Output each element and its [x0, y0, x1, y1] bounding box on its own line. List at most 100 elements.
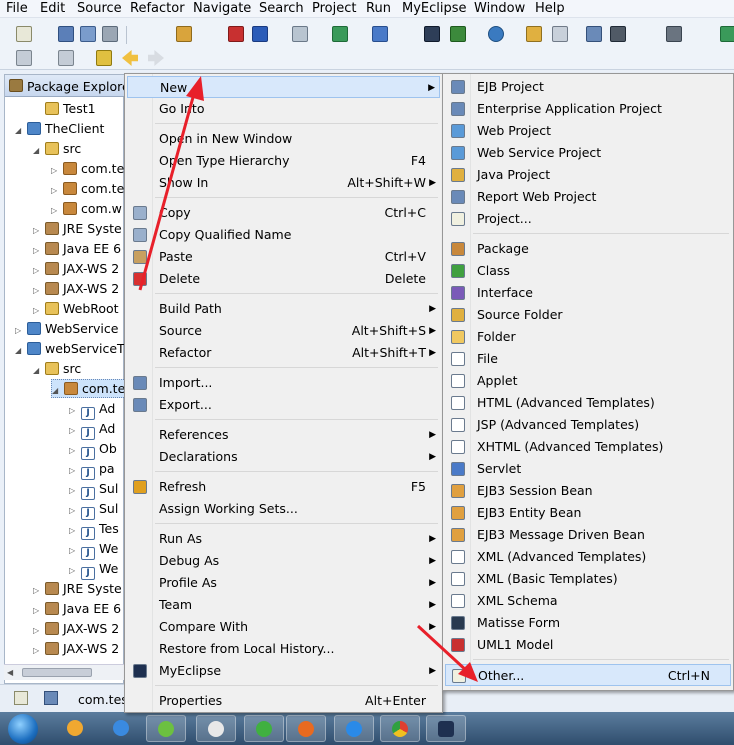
menu-navigate[interactable]: Navigate — [193, 1, 251, 16]
tree-item[interactable]: ▷ J Ad — [69, 399, 115, 420]
new-web-service-project[interactable]: Web Service Project — [445, 142, 731, 164]
menu-project[interactable]: Project — [312, 1, 356, 16]
expanded-icon[interactable]: ◢ — [33, 367, 45, 375]
taskbar-ie[interactable] — [102, 715, 142, 742]
menu-source[interactable]: Source — [77, 1, 122, 16]
tree-item[interactable]: ◢ src — [33, 139, 81, 159]
tree-item[interactable]: ▷ J We — [69, 559, 118, 580]
new-xml-advanced-templates[interactable]: XML (Advanced Templates) — [445, 546, 731, 568]
ctx-declarations[interactable]: Declarations ▶ — [127, 446, 440, 468]
taskbar-explorer[interactable] — [56, 715, 96, 742]
collapsed-icon[interactable]: ▷ — [69, 527, 81, 535]
tree-item[interactable]: ▷ com.te — [51, 179, 124, 199]
tree-item[interactable]: ▷ JRE Syste — [33, 579, 122, 599]
ctx-source[interactable]: Source Alt+Shift+S ▶ — [127, 320, 440, 342]
fast-view-icon[interactable] — [14, 691, 28, 705]
ctx-references[interactable]: References ▶ — [127, 424, 440, 446]
ctx-go-into[interactable]: Go Into — [127, 98, 440, 120]
tree-item[interactable]: ▷ JAX-WS 2 — [33, 279, 119, 299]
ctx-show-in[interactable]: Show In Alt+Shift+W ▶ — [127, 172, 440, 194]
new-other[interactable]: Other... Ctrl+N — [445, 664, 731, 686]
tree-item[interactable]: ▷ J Ad — [69, 419, 115, 440]
save-icon[interactable] — [58, 26, 74, 42]
collapsed-icon[interactable]: ▷ — [33, 607, 45, 615]
open-folder-icon[interactable] — [526, 26, 542, 42]
scroll-left-icon[interactable]: ◀ — [7, 668, 13, 677]
ctx-team[interactable]: Team ▶ — [127, 594, 440, 616]
taskbar-myeclipse[interactable] — [426, 715, 466, 742]
ctx-copy[interactable]: Copy Ctrl+C — [127, 202, 440, 224]
collapsed-icon[interactable]: ▷ — [33, 587, 45, 595]
tree-item[interactable]: ▷ J Ob — [69, 439, 117, 460]
last-edit-icon[interactable] — [96, 50, 112, 66]
open-type-icon[interactable] — [552, 26, 568, 42]
camera-icon[interactable] — [666, 26, 682, 42]
tree-item[interactable]: ▷ Jpa — [69, 459, 115, 480]
ctx-import[interactable]: Import... — [127, 372, 440, 394]
new-file[interactable]: File — [445, 348, 731, 370]
ctx-export[interactable]: Export... — [127, 394, 440, 416]
horizontal-scrollbar[interactable]: ◀ — [4, 664, 124, 680]
new-enterprise-application-project[interactable]: Enterprise Application Project — [445, 98, 731, 120]
new-jsp-advanced-templates[interactable]: JSP (Advanced Templates) — [445, 414, 731, 436]
tree-item[interactable]: ▷ WebService — [15, 319, 118, 339]
tree-item[interactable]: ▷ J Tes — [69, 519, 119, 540]
ctx-assign-working-sets[interactable]: Assign Working Sets... — [127, 498, 440, 520]
menu-window[interactable]: Window — [474, 1, 525, 16]
package-explorer-tab[interactable]: Package Explore — [5, 75, 130, 97]
collapsed-icon[interactable]: ▷ — [33, 267, 45, 275]
debug-icon[interactable] — [372, 26, 388, 42]
collapsed-icon[interactable]: ▷ — [51, 207, 63, 215]
ctx-delete[interactable]: Delete Delete — [127, 268, 440, 290]
tree-item[interactable]: ▷ WebRoot — [33, 299, 119, 319]
new-class[interactable]: Class — [445, 260, 731, 282]
tree-item[interactable]: ▷ JAX-WS 2 — [33, 619, 119, 639]
menu-run[interactable]: Run — [366, 1, 391, 16]
new-ejb3-entity-bean[interactable]: EJB3 Entity Bean — [445, 502, 731, 524]
bug-icon[interactable] — [720, 26, 734, 42]
new-xhtml-advanced-templates[interactable]: XHTML (Advanced Templates) — [445, 436, 731, 458]
new-source-folder[interactable]: Source Folder — [445, 304, 731, 326]
menu-refactor[interactable]: Refactor — [130, 1, 185, 16]
ctx-properties[interactable]: Properties Alt+Enter — [127, 690, 440, 712]
server-icon[interactable] — [252, 26, 268, 42]
tree-item[interactable]: ▷ Java EE 6 — [33, 599, 121, 619]
menu-file[interactable]: File — [6, 1, 28, 16]
ctx-refresh[interactable]: Refresh F5 — [127, 476, 440, 498]
taskbar-app5[interactable] — [334, 715, 374, 742]
ctx-open-type-hierarchy[interactable]: Open Type Hierarchy F4 — [127, 150, 440, 172]
ctx-refactor[interactable]: Refactor Alt+Shift+T ▶ — [127, 342, 440, 364]
new-interface[interactable]: Interface — [445, 282, 731, 304]
tools-icon[interactable] — [176, 26, 192, 42]
ctx-debug-as[interactable]: Debug As ▶ — [127, 550, 440, 572]
globe-icon[interactable] — [488, 26, 504, 42]
tree-item[interactable]: ▷ Java EE 6 — [33, 239, 121, 259]
ctx-open-in-new-window[interactable]: Open in New Window — [127, 128, 440, 150]
ctx-myeclipse[interactable]: MyEclipse ▶ — [127, 660, 440, 682]
collapsed-icon[interactable]: ▷ — [33, 227, 45, 235]
collapsed-icon[interactable]: ▷ — [33, 247, 45, 255]
ctx-compare-with[interactable]: Compare With ▶ — [127, 616, 440, 638]
deploy-icon[interactable] — [228, 26, 244, 42]
launch-icon[interactable] — [450, 26, 466, 42]
ctx-copy-qualified-name[interactable]: Copy Qualified Name — [127, 224, 440, 246]
ctx-new[interactable]: New ▶ — [127, 76, 440, 98]
expanded-icon[interactable]: ◢ — [15, 127, 27, 135]
tree-item[interactable]: ▷ JAX-WS 2 — [33, 639, 119, 659]
collapsed-icon[interactable]: ▷ — [69, 447, 81, 455]
back-arrow-icon[interactable] — [122, 50, 138, 66]
prev-annotation-icon[interactable] — [58, 50, 74, 66]
menu-edit[interactable]: Edit — [40, 1, 65, 16]
gear-icon[interactable] — [610, 26, 626, 42]
save-all-icon[interactable] — [80, 26, 96, 42]
collapsed-icon[interactable]: ▷ — [15, 327, 27, 335]
collapsed-icon[interactable]: ▷ — [33, 307, 45, 315]
new-ejb-project[interactable]: EJB Project — [445, 76, 731, 98]
ctx-build-path[interactable]: Build Path ▶ — [127, 298, 440, 320]
new-matisse-form[interactable]: Matisse Form — [445, 612, 731, 634]
tree-item[interactable]: ◢ src — [33, 359, 81, 379]
ctx-profile-as[interactable]: Profile As ▶ — [127, 572, 440, 594]
new-ejb3-message-driven-bean[interactable]: EJB3 Message Driven Bean — [445, 524, 731, 546]
new-xml-schema[interactable]: XML Schema — [445, 590, 731, 612]
new-icon[interactable] — [16, 26, 32, 42]
